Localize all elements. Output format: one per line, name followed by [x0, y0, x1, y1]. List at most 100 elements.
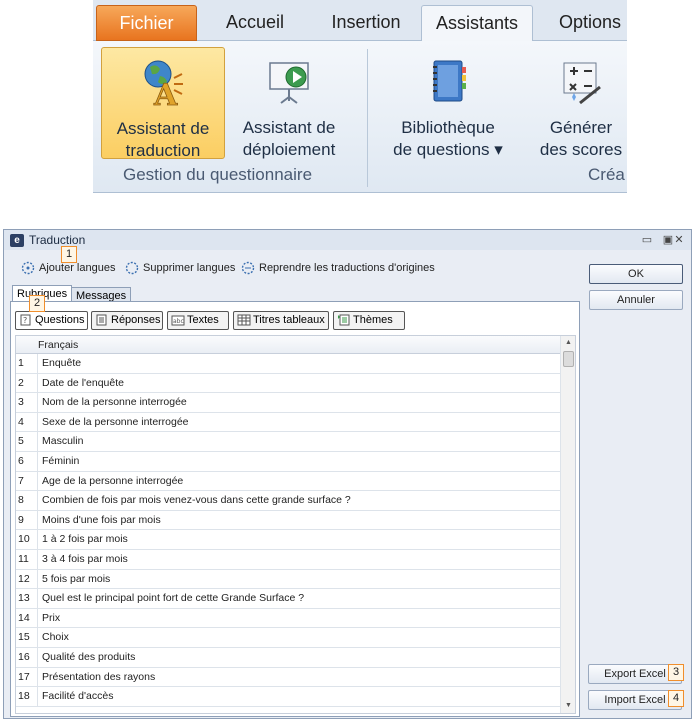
supprimer-langues-label: Supprimer langues [143, 262, 236, 274]
question-icon: ? [19, 314, 33, 326]
assistant-deploiement-button[interactable]: Assistant de déploiement [233, 47, 345, 159]
scroll-up-icon[interactable]: ▲ [561, 336, 575, 350]
row-text-francais[interactable]: Facilité d'accès [42, 687, 113, 706]
table-row[interactable]: 6 Féminin [16, 451, 561, 472]
table-row[interactable]: 5 Masculin [16, 432, 561, 452]
traduction-dialog: e Traduction ▭ ▣ ✕ Ajouter langues Suppr… [3, 229, 692, 719]
dialog-titlebar[interactable]: e Traduction ▭ ▣ ✕ [4, 230, 691, 250]
callout-badge: 4 [668, 690, 684, 707]
table-row[interactable]: 3 Nom de la personne interrogée [16, 393, 561, 413]
row-text-francais[interactable]: 3 à 4 fois par mois [42, 550, 128, 569]
ok-button[interactable]: OK [589, 264, 683, 284]
subtab-textes-label: Textes [187, 314, 219, 326]
row-text-francais[interactable]: Moins d'une fois par mois [42, 511, 161, 530]
label-line-1: Générer [549, 118, 613, 137]
subtab-themes[interactable]: Thèmes [333, 311, 405, 330]
scroll-down-icon[interactable]: ▼ [561, 699, 575, 713]
supprimer-langues-button[interactable]: Supprimer langues [124, 258, 235, 278]
subtab-reponses[interactable]: Réponses [91, 311, 163, 330]
app-icon: e [10, 234, 24, 247]
tab-fichier[interactable]: Fichier [96, 5, 197, 41]
theme-list-icon [337, 314, 351, 326]
minimize-icon[interactable]: ▭ [640, 233, 654, 247]
table-row[interactable]: 9 Moins d'une fois par mois [16, 510, 561, 531]
notebook-icon [425, 57, 471, 113]
table-row[interactable]: 17 Présentation des rayons [16, 667, 561, 688]
row-text-francais[interactable]: Qualité des produits [42, 648, 135, 667]
table-row[interactable]: 7 Age de la personne interrogée [16, 471, 561, 492]
tab-insertion[interactable]: Insertion [311, 5, 421, 41]
table-row[interactable]: 12 5 fois par mois [16, 569, 561, 590]
row-text-francais[interactable]: 1 à 2 fois par mois [42, 530, 128, 549]
subtab-questions-label: Questions [35, 314, 85, 326]
tab-accueil[interactable]: Accueil [205, 5, 305, 41]
table-row[interactable]: 11 3 à 4 fois par mois [16, 549, 561, 570]
row-number: 8 [16, 491, 38, 510]
table-row[interactable]: 2 Date de l'enquête [16, 373, 561, 394]
table-row[interactable]: 14 Prix [16, 608, 561, 629]
table-row[interactable]: 1 Enquête [16, 354, 561, 374]
table-row[interactable]: 10 1 à 2 fois par mois [16, 530, 561, 550]
row-text-francais[interactable]: Nom de la personne interrogée [42, 393, 187, 412]
row-number: 11 [16, 549, 38, 569]
row-text-francais[interactable]: Sexe de la personne interrogée [42, 413, 189, 432]
annuler-button[interactable]: Annuler [589, 290, 683, 310]
row-text-francais[interactable]: Féminin [42, 452, 79, 471]
row-text-francais[interactable]: Présentation des rayons [42, 668, 155, 687]
generer-scores-label: Générer des scores [531, 117, 627, 161]
table-row[interactable]: 8 Combien de fois par mois venez-vous dan… [16, 491, 561, 511]
row-text-francais[interactable]: Masculin [42, 432, 83, 451]
table-row[interactable]: 4 Sexe de la personne interrogée [16, 412, 561, 433]
callout-badge: 2 [29, 295, 45, 312]
group-separator [367, 49, 368, 187]
subtab-titres-tableaux[interactable]: Titres tableaux [233, 311, 329, 330]
list-icon [95, 314, 109, 326]
subtab-questions[interactable]: ? Questions [15, 311, 88, 330]
row-number: 4 [16, 412, 38, 432]
generer-scores-button[interactable]: Générer des scores [531, 47, 627, 159]
table-row[interactable]: 15 Choix [16, 628, 561, 648]
language-remove-icon [124, 261, 140, 275]
translation-grid: Français 1 Enquête 2 Date de l'enquête 3 Nom … [15, 335, 576, 714]
tab-options[interactable]: Options [545, 5, 627, 41]
scroll-thumb[interactable] [563, 351, 574, 367]
screenshot: Fichier Accueil Insertion Assistants Opt… [0, 0, 695, 721]
callout-badge: 1 [61, 246, 77, 263]
row-number: 6 [16, 451, 38, 471]
tab-messages[interactable]: Messages [71, 287, 132, 302]
assistant-traduction-button[interactable]: A Assistant de traduction [101, 47, 225, 162]
subtab-titres-tableaux-label: Titres tableaux [253, 314, 325, 326]
row-text-francais[interactable]: Combien de fois par mois venez-vous dans… [42, 491, 351, 510]
row-number: 13 [16, 589, 38, 608]
bibliotheque-questions-label: Bibliothèque de questions ▾ [383, 117, 513, 161]
row-text-francais[interactable]: Choix [42, 628, 69, 647]
label-line-2: des scores [539, 140, 623, 159]
column-header-francais[interactable]: Français [38, 336, 78, 354]
group-label-gestion: Gestion du questionnaire [123, 165, 313, 184]
language-add-icon [20, 261, 36, 275]
ribbon-tab-bar: Fichier Accueil Insertion Assistants Opt… [93, 0, 627, 42]
tab-assistants[interactable]: Assistants [421, 5, 533, 42]
table-row[interactable]: 13 Quel est le principal point fort de ce… [16, 589, 561, 609]
table-row[interactable]: 16 Qualité des produits [16, 647, 561, 668]
table-row[interactable]: 18 Facilité d'accès [16, 687, 561, 707]
bibliotheque-questions-button[interactable]: Bibliothèque de questions ▾ [383, 47, 513, 159]
subtab-textes[interactable]: abc Textes [167, 311, 229, 330]
close-icon[interactable]: ✕ [672, 233, 686, 247]
row-text-francais[interactable]: Quel est le principal point fort de cett… [42, 589, 304, 608]
presentation-play-icon [266, 57, 312, 113]
row-text-francais[interactable]: Date de l'enquête [42, 374, 124, 393]
group-label-crea: Créa [588, 165, 625, 184]
assistant-traduction-label: Assistant de traduction [102, 118, 224, 162]
row-text-francais[interactable]: Age de la personne interrogée [42, 472, 183, 491]
reprendre-traductions-label: Reprendre les traductions d'origines [259, 262, 435, 274]
svg-text:abc: abc [173, 318, 184, 325]
row-text-francais[interactable]: Prix [42, 609, 60, 628]
reprendre-traductions-button[interactable]: Reprendre les traductions d'origines [240, 258, 435, 278]
ajouter-langues-label: Ajouter langues [39, 262, 116, 274]
row-text-francais[interactable]: 5 fois par mois [42, 570, 110, 589]
vertical-scrollbar[interactable]: ▲ ▼ [560, 336, 575, 713]
ribbon: Fichier Accueil Insertion Assistants Opt… [93, 0, 627, 193]
row-text-francais[interactable]: Enquête [42, 354, 81, 373]
label-line-1: Bibliothèque [401, 118, 495, 137]
